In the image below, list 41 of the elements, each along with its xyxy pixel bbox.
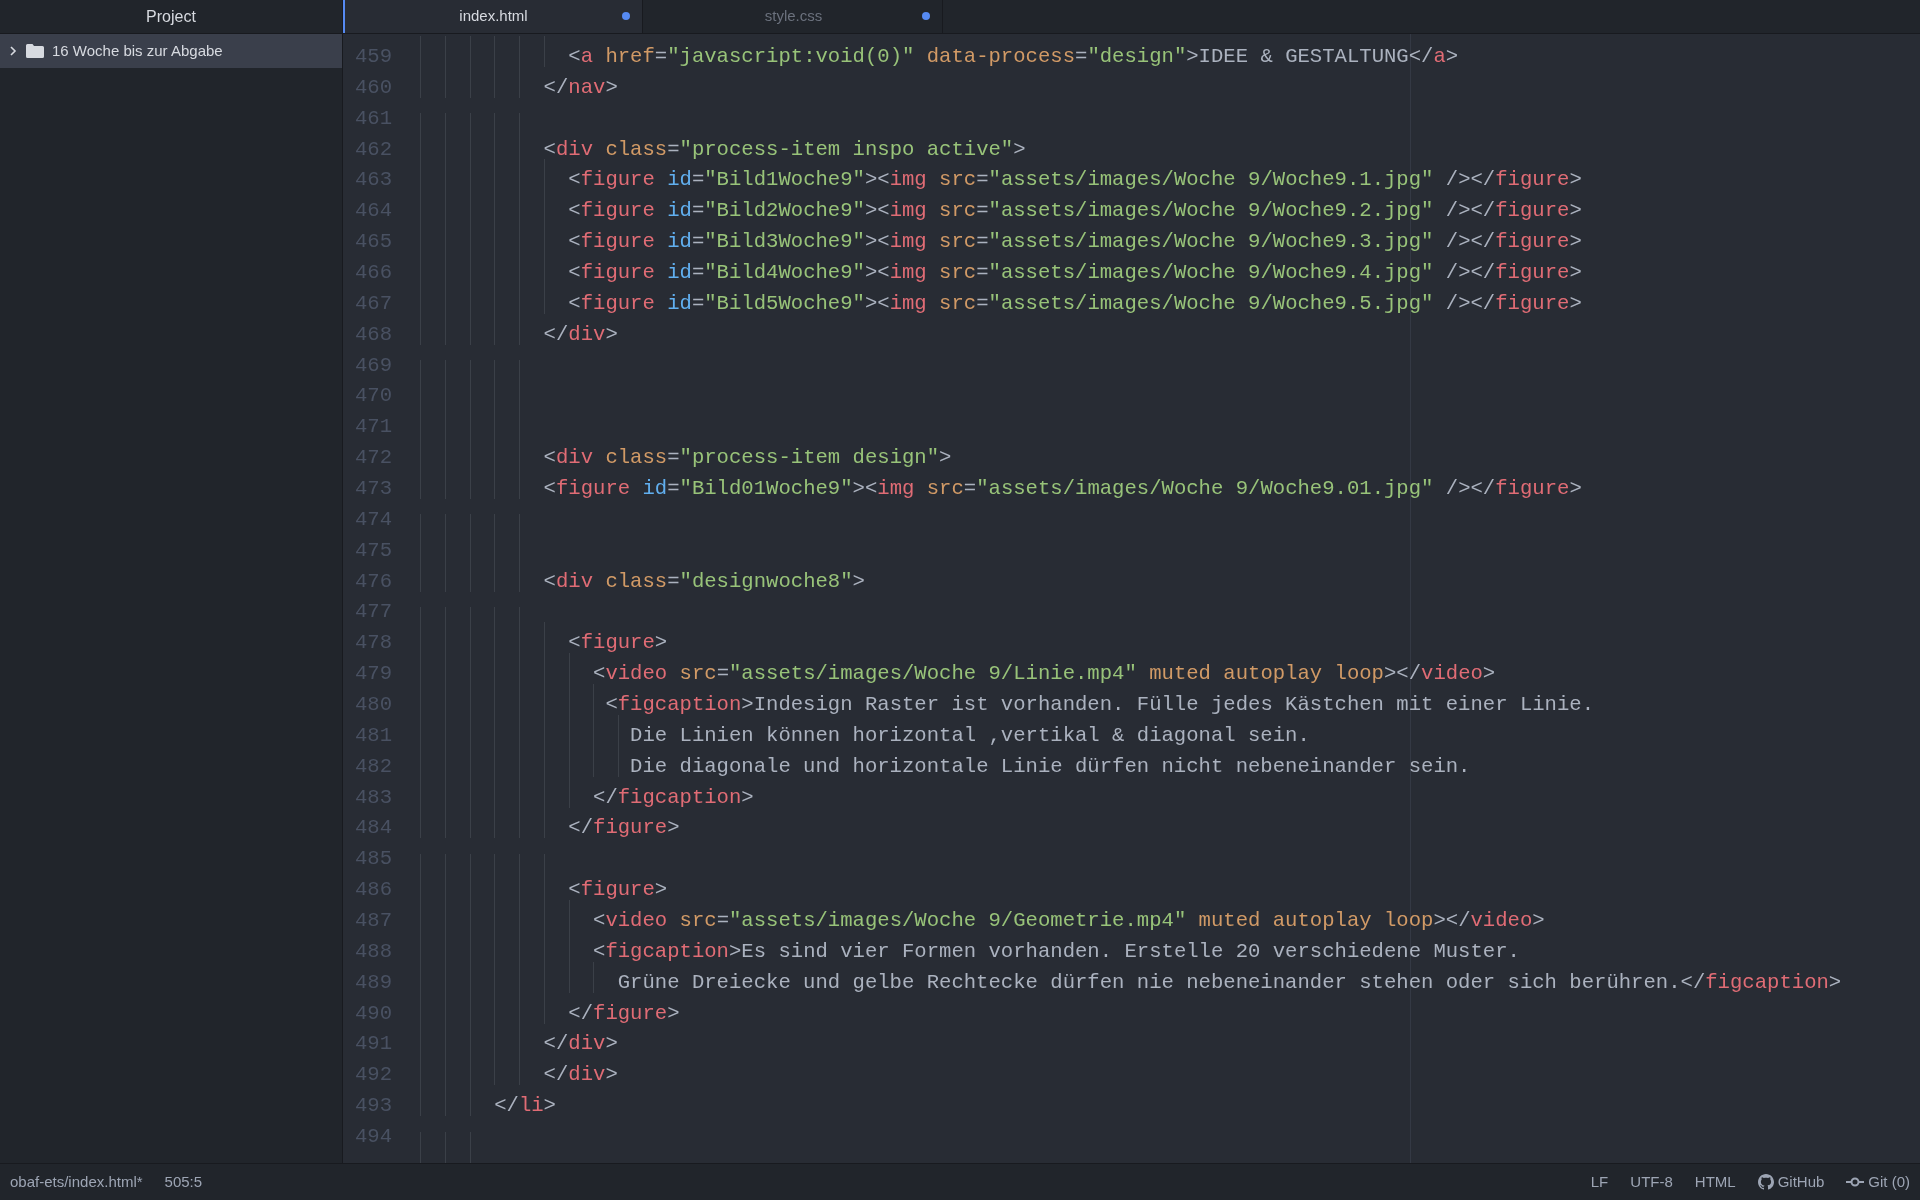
- code-line: <figure id="Bild3Woche9"><img src="assets/images/Woche 9/Woche9.3.jpg" /></figure>: [568, 230, 1582, 254]
- code-line: <a href="javascript:void(0)" data-process="design">IDEE & GESTALTUNG</a>: [568, 45, 1459, 68]
- code-line: <figure id="Bild5Woche9"><img src="assets/images/Woche 9/Woche9.5.jpg" /></figure>: [568, 291, 1582, 315]
- code-line: </figcaption>: [593, 785, 754, 809]
- grammar[interactable]: HTML: [1694, 1170, 1736, 1194]
- code-line: </div>: [543, 1032, 618, 1056]
- cursor-position[interactable]: 505:5: [164, 1170, 203, 1194]
- code-line: </div>: [543, 1063, 618, 1087]
- git-button[interactable]: Git (0): [1846, 1170, 1910, 1194]
- editor-tab[interactable]: index.html: [343, 0, 643, 33]
- code-line: <video src="assets/images/Woche 9/Linie.mp4" muted autoplay loop></video>: [593, 662, 1496, 686]
- github-icon: [1757, 1174, 1774, 1190]
- code-line: </figure>: [568, 1001, 680, 1025]
- code-line: Die Linien können horizontal ,vertikal & diagonal sein.: [630, 723, 1310, 747]
- code-line: <figure>: [568, 878, 668, 902]
- encoding[interactable]: UTF-8: [1630, 1170, 1673, 1194]
- code-line: <video src="assets/images/Woche 9/Geometrie.mp4" muted autoplay loop></video>: [593, 909, 1545, 933]
- code-line: </nav>: [543, 75, 618, 99]
- code-line: <figure id="Bild01Woche9"><img src="assets/images/Woche 9/Woche9.01.jpg" /></figure>: [543, 477, 1582, 500]
- code-line: <figure id="Bild4Woche9"><img src="assets/images/Woche 9/Woche9.4.jpg" /></figure>: [568, 261, 1582, 284]
- code-line: <figcaption>Indesign Raster ist vorhanden. Fülle jedes Kästchen mit einer Linie.: [605, 693, 1595, 717]
- file-path[interactable]: obaf-ets/index.html*: [10, 1170, 143, 1194]
- code-line: Grüne Dreiecke und gelbe Rechtecke dürfen nie nebeneinander stehen oder sich berühren.</figcaption>: [617, 970, 1842, 994]
- folder-name: 16 Woche bis zur Abgabe: [52, 40, 223, 61]
- code-line: <figure id="Bild1Woche9"><img src="assets/images/Woche 9/Woche9.1.jpg" /></figure>: [568, 168, 1582, 192]
- code-line: <figure>: [568, 631, 668, 655]
- code-line: <figure id="Bild2Woche9"><img src="assets/images/Woche 9/Woche9.2.jpg" /></figure>: [568, 199, 1582, 223]
- folder-icon: [26, 44, 44, 58]
- code-line: <figcaption>Es sind vier Formen vorhanden. Erstelle 20 verschiedene Muster.: [593, 939, 1520, 963]
- code-line: <div class="process-item inspo active">: [543, 137, 1026, 161]
- commit-icon: [1846, 1177, 1865, 1187]
- line-ending[interactable]: LF: [1590, 1170, 1609, 1194]
- code-line: <div class="designwoche8">: [543, 569, 865, 593]
- github-button[interactable]: GitHub: [1757, 1170, 1825, 1194]
- chevron-icon: [8, 46, 18, 56]
- code-line: </li>: [494, 1094, 556, 1118]
- folder-item[interactable]: 16 Woche bis zur Abgabe: [0, 34, 342, 68]
- code-line: </div>: [543, 322, 618, 346]
- code-line: </figure>: [568, 816, 680, 840]
- code-line: Die diagonale und horizontale Linie dürfen nicht nebeneinander sein.: [630, 754, 1471, 778]
- code-line: <div class="process-item design">: [543, 446, 952, 470]
